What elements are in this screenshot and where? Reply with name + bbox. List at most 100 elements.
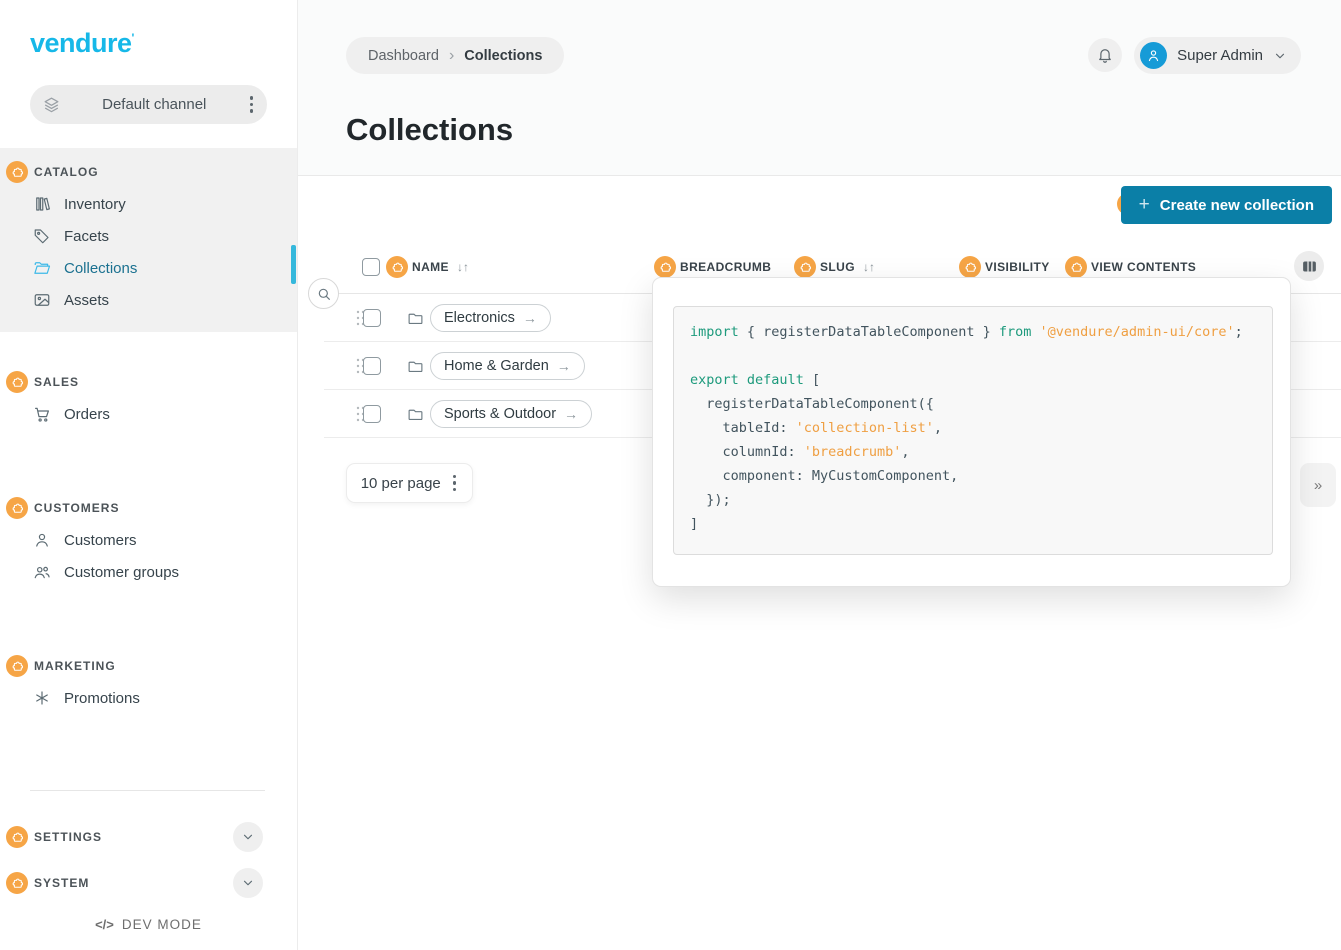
dev-mode-toggle[interactable]: </> DEV MODE [0,917,297,932]
folder-icon [407,310,424,327]
layers-icon [42,95,61,114]
section-label-system: SYSTEM [34,876,89,890]
column-header-breadcrumb[interactable]: BREADCRUMB [680,260,771,274]
sidebar-item-orders[interactable]: Orders [0,398,297,430]
plus-icon: + [1139,194,1150,216]
arrow-right-icon: → [523,310,537,326]
nav-section-catalog: CATALOG Inventory Facets Collections Ass… [0,148,297,332]
sidebar-item-label: Promotions [64,690,140,707]
collection-link-chip[interactable]: Sports & Outdoor → [430,400,592,428]
books-icon [33,195,51,213]
columns-icon [1301,258,1318,275]
section-label-sales: SALES [34,375,79,389]
user-icon [33,531,51,549]
section-label-catalog: CATALOG [34,165,99,179]
create-button-label: Create new collection [1160,197,1314,214]
sidebar: vendure' Default channel CATALOG Invento… [0,0,298,950]
collection-link-chip[interactable]: Home & Garden → [430,352,585,380]
bell-icon [1096,46,1114,64]
sidebar-item-assets[interactable]: Assets [0,284,297,316]
ui-extension-badge-icon [1065,256,1087,278]
sidebar-item-facets[interactable]: Facets [0,220,297,252]
sidebar-item-promotions[interactable]: Promotions [0,682,297,714]
section-label-settings: SETTINGS [34,830,102,844]
ui-extension-badge-icon [386,256,408,278]
create-new-collection-button[interactable]: + Create new collection [1121,186,1332,224]
breadcrumb-current: Collections [464,48,542,64]
chevron-right-icon: › [449,47,454,65]
dev-mode-label: DEV MODE [122,917,202,932]
folder-open-icon [33,259,51,277]
select-all-checkbox[interactable] [362,258,380,276]
sort-icon[interactable]: ↓↑ [863,260,875,274]
channel-label: Default channel [61,96,248,113]
code-brackets-icon: </> [95,917,114,932]
ui-extension-badge-icon [794,256,816,278]
collection-name: Home & Garden [444,358,549,374]
sort-icon[interactable]: ↓↑ [457,260,469,274]
ui-extension-badge-icon [6,826,28,848]
ui-extension-badge-icon [6,872,28,894]
sidebar-item-label: Assets [64,292,109,309]
column-settings-button[interactable] [1294,251,1324,281]
items-per-page-select[interactable]: 10 per page [346,463,473,503]
sidebar-section-settings[interactable]: SETTINGS [0,821,297,853]
tag-icon [33,227,51,245]
ui-extension-badge-icon [6,161,28,183]
column-header-name[interactable]: NAME [412,260,449,274]
arrow-right-icon: → [557,358,571,374]
collection-name: Sports & Outdoor [444,406,556,422]
sidebar-item-label: Facets [64,228,109,245]
vendure-logo: vendure' [30,28,297,59]
chevron-down-icon [241,876,255,890]
dev-mode-code-popup: import { registerDataTableComponent } fr… [652,277,1291,587]
sidebar-item-label: Customer groups [64,564,179,581]
next-page-button[interactable]: » [1300,463,1336,507]
arrow-right-icon: → [564,406,578,422]
sidebar-item-label: Collections [64,260,137,277]
column-header-slug[interactable]: SLUG [820,260,855,274]
per-page-label: 10 per page [361,475,441,492]
sidebar-item-collections[interactable]: Collections [0,252,297,284]
notifications-button[interactable] [1088,38,1122,72]
row-checkbox[interactable] [363,357,381,375]
sidebar-divider [30,790,265,791]
column-header-view-contents[interactable]: VIEW CONTENTS [1091,260,1196,274]
page-header: Dashboard › Collections Super Admin Coll… [298,0,1341,176]
column-header-visibility[interactable]: VISIBILITY [985,260,1050,274]
sidebar-section-system[interactable]: SYSTEM [0,867,297,899]
sidebar-item-inventory[interactable]: Inventory [0,188,297,220]
nav-section-customers: CUSTOMERS Customers Customer groups [0,486,297,600]
main-area: Dashboard › Collections Super Admin Coll… [298,0,1341,950]
search-icon [316,286,332,302]
row-checkbox[interactable] [363,405,381,423]
kebab-menu-icon [451,471,459,495]
nav-section-marketing: MARKETING Promotions [0,644,297,726]
cart-icon [33,405,51,423]
channel-menu-button[interactable] [248,93,256,117]
image-icon [33,291,51,309]
chevron-down-icon [1273,49,1287,63]
breadcrumb: Dashboard › Collections [346,37,564,74]
content-area: + Create new collection NAME ↓↑ BREADCRU… [298,176,1341,950]
user-name: Super Admin [1177,47,1263,64]
channel-selector[interactable]: Default channel [30,85,267,124]
nav-section-sales: SALES Orders [0,360,297,442]
section-label-marketing: MARKETING [34,659,116,673]
search-button[interactable] [308,278,339,309]
system-expand-button[interactable] [233,868,263,898]
collection-name: Electronics [444,310,515,326]
sidebar-item-customers[interactable]: Customers [0,524,297,556]
breadcrumb-dashboard-link[interactable]: Dashboard [368,48,439,64]
ui-extension-badge-icon [6,655,28,677]
users-icon [33,563,51,581]
asterisk-icon [33,689,51,707]
settings-expand-button[interactable] [233,822,263,852]
row-checkbox[interactable] [363,309,381,327]
user-menu[interactable]: Super Admin [1134,37,1301,74]
ui-extension-badge-icon [959,256,981,278]
ui-extension-badge-icon [6,371,28,393]
ui-extension-badge-icon [654,256,676,278]
collection-link-chip[interactable]: Electronics → [430,304,551,332]
sidebar-item-customer-groups[interactable]: Customer groups [0,556,297,588]
